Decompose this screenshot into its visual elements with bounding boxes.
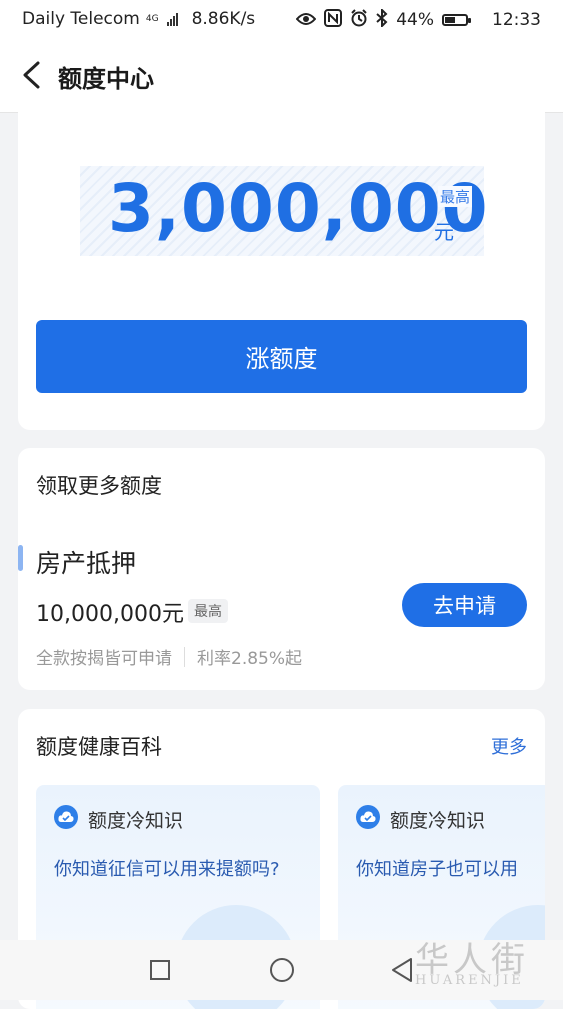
quota-card: 3,000,000 最高 元 涨额度 [18,100,545,430]
system-back-icon[interactable] [390,957,414,987]
bluetooth-icon [376,7,388,31]
chevron-left-icon [23,61,40,89]
product-name: 房产抵押 [36,549,137,578]
quota-amount: 3,000,000 [108,170,489,247]
quota-amount-box: 3,000,000 最高 元 [80,166,488,256]
cloud-check-icon [54,805,78,829]
wiki-more-link[interactable]: 更多 [491,733,527,759]
cloud-check-icon [356,805,380,829]
home-icon[interactable] [270,958,294,982]
nfc-icon [324,9,343,31]
more-quota-card: 领取更多额度 房产抵押 10,000,000元 最高 全款按揭皆可申请 利率2.… [18,448,545,690]
network-speed: 8.86K/s [191,9,256,29]
raise-quota-button[interactable]: 涨额度 [36,320,527,393]
product-accent-bar [18,545,23,571]
clock: 12:33 [492,10,541,30]
wiki-tip-question: 你知道房子也可以用 [356,859,518,880]
page-title: 额度中心 [58,65,154,93]
status-bar: Daily Telecom 4G 8.86K/s 44% 12:33 [0,0,563,40]
watermark-en: HUARENJIE [415,973,524,988]
desc-divider [184,646,185,667]
product-amount: 10,000,000元 [36,602,184,627]
battery-icon [442,14,471,26]
back-button[interactable] [18,60,46,90]
battery-fill [445,17,455,23]
wiki-tip-label: 额度冷知识 [390,810,486,832]
recent-apps-icon[interactable] [150,960,170,980]
carrier-label: Daily Telecom [22,9,140,29]
product-desc-left: 全款按揭皆可申请 [36,649,172,669]
wiki-title: 额度健康百科 [36,735,162,759]
battery-percent: 44% [396,10,434,30]
apply-button[interactable]: 去申请 [402,583,527,627]
watermark-logo: 华人街 HUARENJIE [415,932,529,988]
more-quota-title: 领取更多额度 [36,474,162,498]
product-description: 全款按揭皆可申请 利率2.85%起 [36,644,302,669]
quota-unit: 元 [434,220,454,244]
network-type-label: 4G [145,13,159,24]
eye-icon [295,11,317,30]
signal-icon [166,12,178,26]
product-max-tag: 最高 [188,599,228,623]
wiki-tip-question: 你知道征信可以用来提额吗? [54,859,280,880]
wiki-tip-label: 额度冷知识 [88,810,184,832]
quota-max-tag: 最高 [437,186,472,207]
product-desc-right: 利率2.85%起 [197,649,303,669]
alarm-icon [350,9,368,31]
